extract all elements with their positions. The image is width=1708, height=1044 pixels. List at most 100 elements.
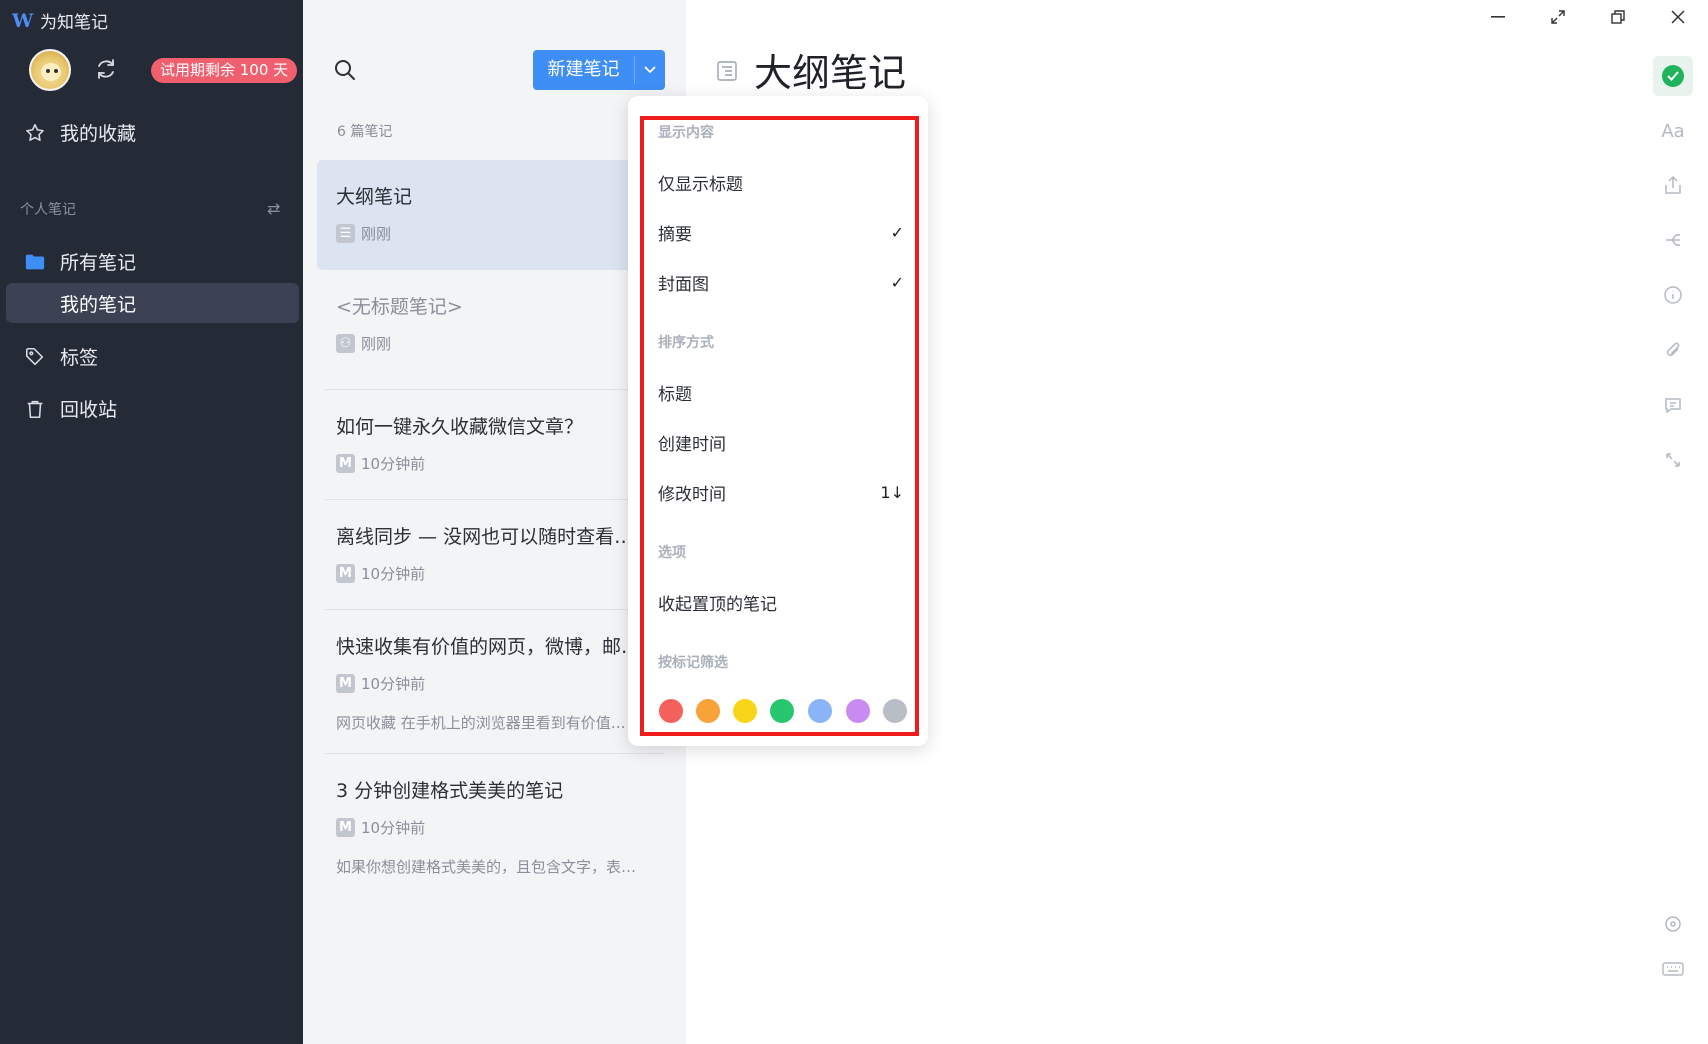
sidebar-item-trash[interactable]: 回收站 (24, 395, 117, 422)
menu-item-sort-created[interactable]: 创建时间 (658, 430, 904, 455)
attachment-icon[interactable] (1661, 338, 1685, 362)
note-title: 离线同步 — 没网也可以随时查看… (336, 526, 634, 548)
note-count: 6 篇笔记 (337, 124, 393, 140)
note-time: 10分钟前 (361, 675, 426, 693)
divider (325, 499, 665, 500)
markdown-icon: M (336, 454, 355, 473)
check-circle-icon (1662, 65, 1684, 87)
menu-item-label: 收起置顶的笔记 (658, 595, 777, 615)
dropdown-header-sort: 排序方式 (658, 335, 714, 351)
share-icon[interactable] (1661, 173, 1685, 197)
keyboard-icon[interactable] (1661, 957, 1685, 981)
tag-icon (25, 347, 44, 365)
avatar[interactable] (29, 49, 71, 91)
divider (325, 753, 665, 754)
note-title: 如何一键永久收藏微信文章？ (336, 416, 584, 438)
menu-item-label: 修改时间 (658, 485, 726, 505)
color-filter-gray[interactable] (883, 699, 907, 723)
sidebar-item-my-notes[interactable] (6, 283, 299, 323)
note-meta: M 10分钟前 (336, 563, 425, 584)
new-note-label: 新建笔记 (547, 59, 620, 80)
menu-item-summary[interactable]: 摘要 ✓ (658, 220, 904, 245)
note-list-item[interactable]: 离线同步 — 没网也可以随时查看… M 10分钟前 (317, 510, 677, 610)
sidebar-item-label: 所有笔记 (60, 252, 137, 274)
editor-title[interactable]: 大纲笔记 (754, 42, 906, 97)
dropdown-header-options: 选项 (658, 545, 686, 561)
markdown-icon: M (336, 818, 355, 837)
highlight-box (640, 116, 919, 736)
fullscreen-icon[interactable] (1546, 5, 1570, 29)
note-meta: M 10分钟前 (336, 673, 425, 694)
outline-note-icon: ☰ (336, 224, 355, 243)
note-meta: M 10分钟前 (336, 817, 425, 838)
color-filter-blue[interactable] (808, 699, 832, 723)
sync-icon[interactable] (94, 57, 118, 81)
swap-icon[interactable]: ⇄ (267, 199, 280, 218)
sidebar-item-favorites[interactable]: 我的收藏 (24, 119, 136, 146)
search-icon[interactable] (333, 58, 357, 82)
restore-icon[interactable] (1606, 5, 1630, 29)
font-icon[interactable]: Aa (1661, 119, 1685, 143)
note-excerpt: 如果你想创建格式美美的，且包含文字，表… (336, 858, 636, 876)
note-list-item[interactable]: 大纲笔记 ☰ 刚刚 (317, 160, 677, 270)
note-title: 快速收集有价值的网页，微博，邮… (336, 636, 636, 658)
menu-item-sort-modified[interactable]: 修改时间 1↓ (658, 480, 904, 505)
note-list-item[interactable]: 快速收集有价值的网页，微博，邮… M 10分钟前 网页收藏 在手机上的浏览器里看… (317, 620, 677, 753)
markdown-icon: M (336, 564, 355, 583)
menu-item-cover[interactable]: 封面图 ✓ (658, 270, 904, 295)
menu-item-title-only[interactable]: 仅显示标题 (658, 170, 904, 195)
chevron-down-icon[interactable] (635, 50, 665, 90)
menu-item-label: 摘要 (658, 225, 692, 245)
sidebar: W 为知笔记 试用期剩余 100 天 我的收藏 个人笔记 ⇄ 所有笔记 我的笔记… (0, 0, 303, 1044)
locate-icon[interactable] (1661, 912, 1685, 936)
folder-icon (25, 254, 45, 269)
note-title: <无标题笔记> (336, 296, 463, 318)
sort-desc-icon: 1↓ (880, 483, 904, 502)
sidebar-item-tags[interactable]: 标签 (24, 343, 98, 370)
note-meta: ☰ 刚刚 (336, 223, 391, 244)
check-icon: ✓ (890, 273, 904, 292)
sidebar-item-label: 标签 (60, 347, 99, 369)
color-filter-purple[interactable] (846, 699, 870, 723)
note-meta: M 10分钟前 (336, 453, 425, 474)
close-icon[interactable] (1666, 5, 1690, 29)
note-list-item[interactable]: 如何一键永久收藏微信文章？ M 10分钟前 (317, 400, 677, 500)
section-label: 个人笔记 (20, 202, 76, 218)
menu-item-label: 仅显示标题 (658, 175, 743, 195)
dropdown-header-display: 显示内容 (658, 125, 714, 141)
new-note-button[interactable]: 新建笔记 (533, 50, 665, 90)
app-title: 为知笔记 (40, 13, 108, 33)
note-time: 刚刚 (361, 225, 392, 243)
markdown-icon: M (336, 674, 355, 693)
color-filter-orange[interactable] (696, 699, 720, 723)
note-meta: ⚇ 刚刚 (336, 333, 391, 354)
color-filter-red[interactable] (659, 699, 683, 723)
color-filter-yellow[interactable] (733, 699, 757, 723)
info-icon[interactable] (1661, 283, 1685, 307)
color-filter-green[interactable] (770, 699, 794, 723)
sidebar-item-all-notes[interactable]: 所有笔记 (24, 248, 136, 275)
outline-icon[interactable] (716, 60, 738, 82)
collab-note-icon: ⚇ (336, 334, 355, 353)
note-time: 10分钟前 (361, 455, 426, 473)
saved-status-button[interactable] (1653, 56, 1693, 96)
menu-item-sort-title[interactable]: 标题 (658, 380, 904, 405)
comment-icon[interactable] (1661, 393, 1685, 417)
minimize-icon[interactable] (1486, 5, 1510, 29)
divider (325, 389, 665, 390)
note-time: 10分钟前 (361, 565, 426, 583)
menu-item-label: 标题 (658, 385, 692, 405)
trial-badge[interactable]: 试用期剩余 100 天 (151, 58, 298, 83)
menu-item-collapse-pinned[interactable]: 收起置顶的笔记 (658, 590, 904, 615)
app-logo-icon: W (12, 9, 34, 32)
note-list-item[interactable]: <无标题笔记> ⚇ 刚刚 (317, 280, 677, 390)
trash-icon (27, 400, 43, 418)
note-excerpt: 网页收藏 在手机上的浏览器里看到有价值… (336, 714, 626, 732)
divider (325, 609, 665, 610)
menu-item-label: 创建时间 (658, 435, 726, 455)
expand-icon[interactable] (1661, 448, 1685, 472)
mindmap-icon[interactable] (1661, 228, 1685, 252)
check-icon: ✓ (890, 223, 904, 242)
sidebar-item-label: 我的收藏 (60, 123, 137, 145)
note-list-item[interactable]: 3 分钟创建格式美美的笔记 M 10分钟前 如果你想创建格式美美的，且包含文字，… (317, 764, 677, 894)
